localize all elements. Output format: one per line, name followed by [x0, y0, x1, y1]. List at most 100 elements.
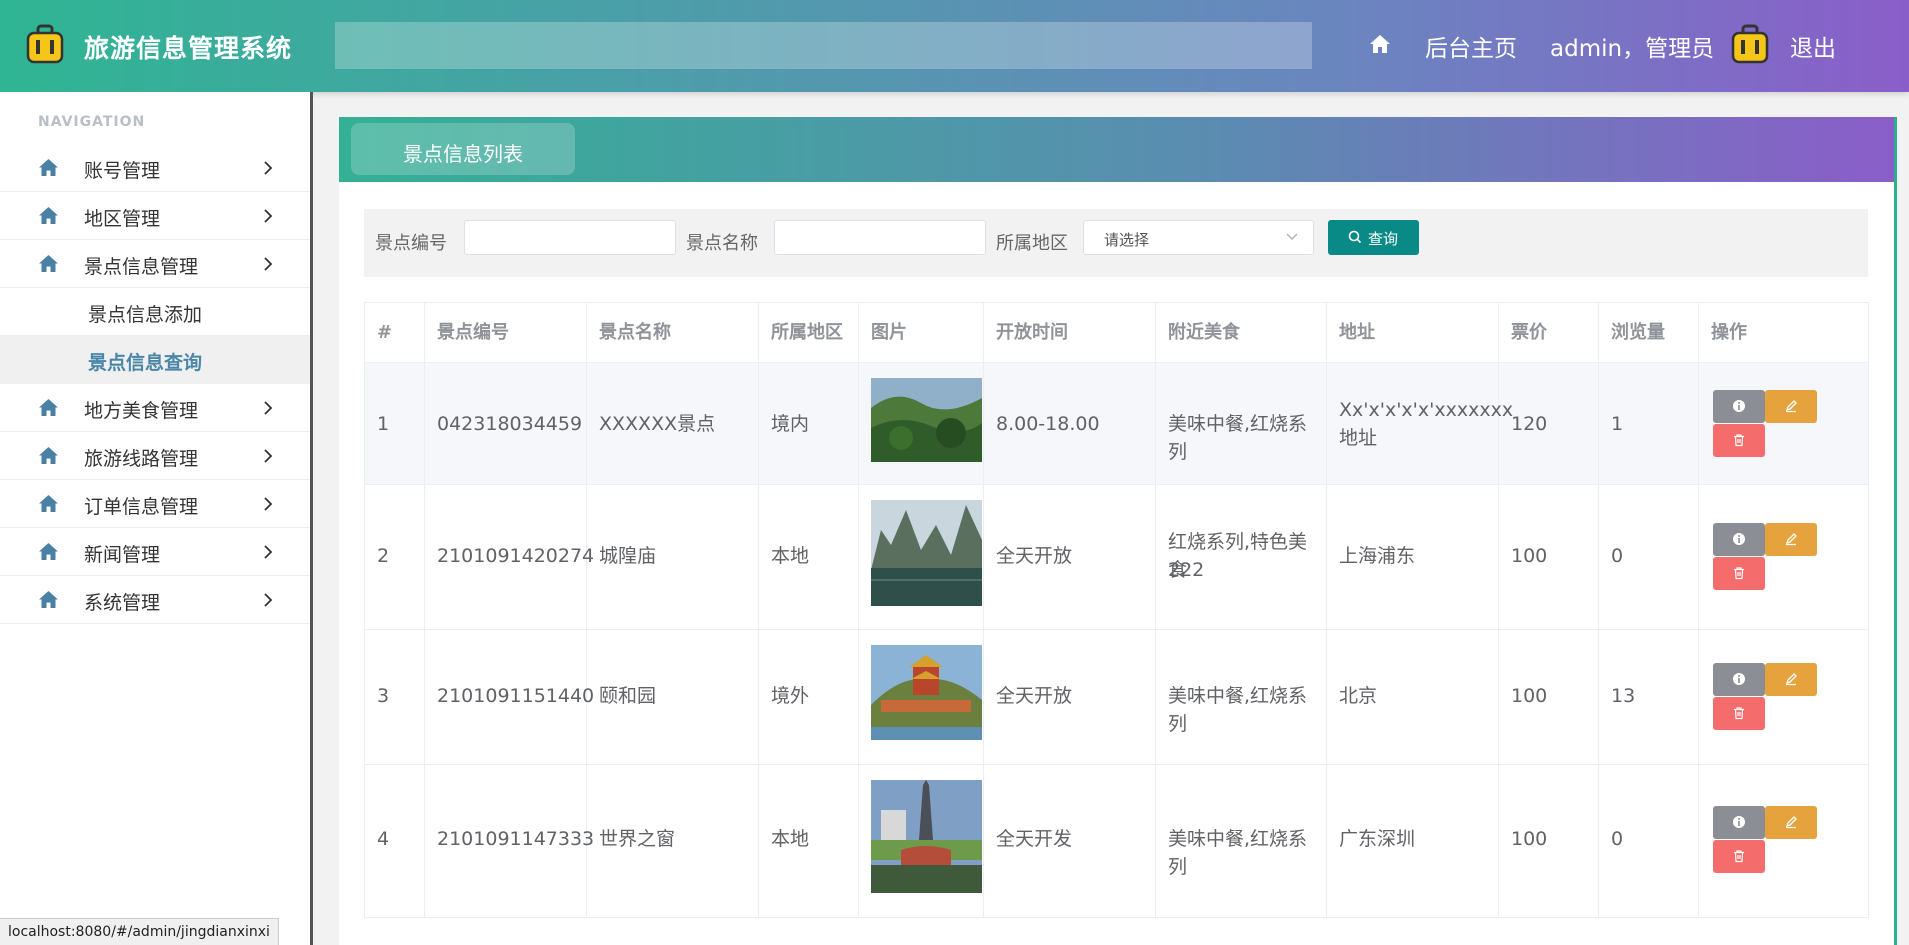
cell-text: 100	[1511, 685, 1548, 707]
cell-text: 世界之窗	[599, 828, 676, 850]
chevron-right-icon	[264, 161, 273, 175]
header-text: 地址	[1339, 322, 1375, 343]
header-text: 开放时间	[996, 322, 1068, 343]
region-select[interactable]: 请选择	[1083, 220, 1314, 255]
table-cell: 8.00-18.00	[984, 363, 1156, 484]
cell-text: Xx'x'x'x'x'xxxxxxx	[1339, 399, 1514, 421]
sidebar-item-regions[interactable]: 地区管理	[0, 192, 310, 240]
header-text: #	[377, 322, 393, 343]
table-row: 4 2101091147333 世界之窗 本地 全天开发 美味中餐,红烧系列 广…	[365, 765, 1868, 917]
detail-button[interactable]	[1713, 523, 1765, 556]
table-cell: 2101091420274	[425, 485, 594, 629]
edit-icon	[1785, 400, 1797, 413]
query-button-label: 查询	[1368, 230, 1399, 248]
edit-button[interactable]	[1765, 390, 1817, 423]
trash-icon	[1734, 707, 1744, 720]
header-text: 票价	[1511, 322, 1547, 343]
table-cell: 2101091147333	[425, 765, 594, 917]
detail-button[interactable]	[1713, 390, 1765, 423]
query-button[interactable]: 查询	[1328, 220, 1419, 255]
sidebar-item-orders[interactable]: 订单信息管理	[0, 480, 310, 528]
info-icon	[1733, 816, 1745, 828]
sidebar-item-label: 订单信息管理	[84, 496, 199, 518]
info-icon	[1733, 400, 1745, 412]
panel-border	[1894, 117, 1897, 945]
delete-button[interactable]	[1713, 697, 1765, 730]
delete-button[interactable]	[1713, 424, 1765, 457]
tab-attraction-list[interactable]: 景点信息列表	[351, 123, 575, 175]
table-cell: 1	[1599, 363, 1699, 484]
code-input[interactable]	[464, 220, 676, 255]
cell-text: 1	[1611, 413, 1624, 435]
sidebar-item-local-food[interactable]: 地方美食管理	[0, 384, 310, 432]
edit-button[interactable]	[1765, 523, 1817, 556]
cell-text: 美味中餐,红烧系列	[1168, 413, 1308, 463]
backend-home-link[interactable]: 后台主页	[1425, 29, 1517, 63]
table-row: 2 2101091420274 城隍庙 本地 全天开放 红烧系列,特色美食 22…	[365, 485, 1868, 630]
table-cell: 全天开发	[984, 765, 1156, 917]
header-cell: 票价	[1499, 303, 1599, 362]
table-cell: 城隍庙	[587, 485, 759, 629]
sidebar-subitem-attraction-query[interactable]: 景点信息查询	[0, 336, 310, 384]
cell-text: 本地	[771, 828, 810, 850]
cell-text: 042318034459	[437, 413, 583, 435]
table-cell: 美味中餐,红烧系列	[1156, 765, 1327, 917]
table-cell: XXXXXX景点	[587, 363, 759, 484]
delete-button[interactable]	[1713, 557, 1765, 590]
header-search-bar[interactable]	[335, 22, 1312, 69]
delete-button[interactable]	[1713, 840, 1765, 873]
chevron-right-icon	[264, 449, 273, 463]
cell-text: 境内	[771, 413, 810, 435]
table-cell: 1	[365, 363, 425, 484]
edit-button[interactable]	[1765, 806, 1817, 839]
home-icon[interactable]	[1368, 33, 1392, 55]
sidebar-item-label: 系统管理	[84, 592, 161, 614]
table-cell	[859, 630, 984, 764]
detail-button[interactable]	[1713, 663, 1765, 696]
table-cell	[859, 485, 984, 629]
cell-text: 本地	[771, 545, 810, 567]
chevron-right-icon	[264, 257, 273, 271]
cell-text: 2101091147333	[437, 828, 595, 850]
table-cell: 100	[1499, 630, 1599, 764]
table-cell: 世界之窗	[587, 765, 759, 917]
header-text: 浏览量	[1611, 322, 1665, 343]
table-cell: 境外	[759, 630, 859, 764]
table-cell: 2	[365, 485, 425, 629]
table-cell	[1699, 363, 1870, 484]
tab-label: 景点信息列表	[403, 142, 523, 166]
cell-text: 120	[1511, 413, 1548, 435]
cell-text: 8.00-18.00	[996, 413, 1100, 435]
table-cell: 042318034459	[425, 363, 587, 484]
header-cell: 图片	[859, 303, 984, 362]
nav-title: NAVIGATION	[38, 114, 146, 130]
table-cell: 颐和园	[587, 630, 759, 764]
cell-text: 上海浦东	[1339, 545, 1416, 567]
sidebar-item-label: 景点信息管理	[84, 256, 199, 278]
search-form: 景点编号 景点名称 所属地区 请选择 查询	[364, 209, 1868, 277]
sidebar-item-attractions[interactable]: 景点信息管理	[0, 240, 310, 288]
table-cell: 100	[1499, 765, 1599, 917]
table-cell: 境内	[759, 363, 859, 484]
name-input[interactable]	[774, 220, 986, 255]
sidebar-item-travel-routes[interactable]: 旅游线路管理	[0, 432, 310, 480]
detail-button[interactable]	[1713, 806, 1765, 839]
home-icon	[39, 591, 58, 608]
cell-text: 0	[1611, 828, 1624, 850]
table-cell: 4	[365, 765, 425, 917]
cell-text: 2	[377, 545, 390, 567]
sidebar-item-system[interactable]: 系统管理	[0, 576, 310, 624]
table-cell	[859, 765, 984, 917]
table-cell: Xx'x'x'x'x'xxxxxxx 地址	[1327, 363, 1513, 484]
suitcase-icon[interactable]	[1731, 24, 1769, 64]
sidebar-subitem-attraction-add[interactable]: 景点信息添加	[0, 288, 310, 336]
sidebar-item-accounts[interactable]: 账号管理	[0, 144, 310, 192]
edit-button[interactable]	[1765, 663, 1817, 696]
attraction-image	[871, 645, 982, 740]
status-bar-url: localhost:8080/#/admin/jingdianxinxi	[0, 918, 279, 945]
sidebar-item-news[interactable]: 新闻管理	[0, 528, 310, 576]
cell-text: 颐和园	[599, 685, 657, 707]
table-cell	[1699, 485, 1870, 629]
header-cell: 景点编号	[425, 303, 587, 362]
logout-link[interactable]: 退出	[1790, 29, 1836, 63]
